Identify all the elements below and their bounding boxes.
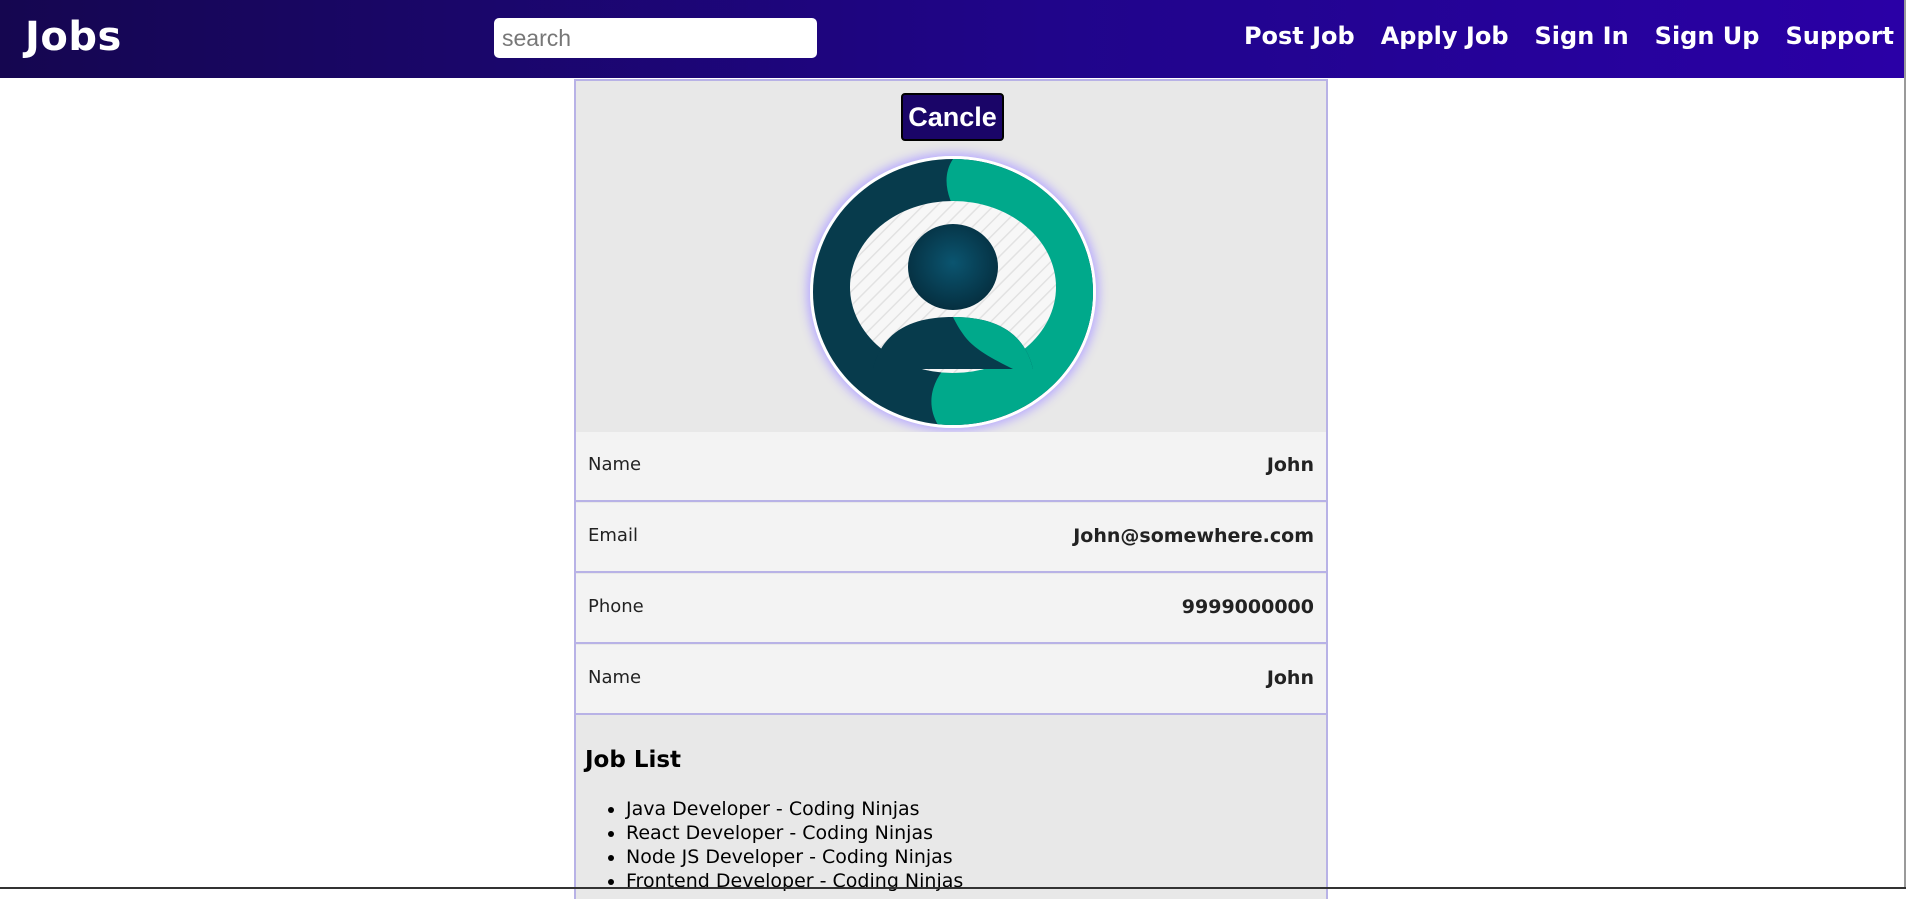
job-list-item[interactable]: React Developer - Coding Ninjas	[626, 821, 963, 845]
top-navbar: Jobs Post Job Apply Job Sign In Sign Up …	[0, 0, 1904, 78]
detail-label: Name	[588, 454, 642, 475]
nav-sign-in-link[interactable]: Sign In	[1535, 22, 1629, 50]
search-input[interactable]	[494, 18, 817, 58]
nav-sign-up-link[interactable]: Sign Up	[1655, 22, 1760, 50]
detail-value: 9999000000	[1181, 596, 1314, 618]
job-list-item[interactable]: Frontend Developer - Coding Ninjas	[626, 869, 963, 893]
detail-row-email: Email John@somewhere.com	[576, 503, 1326, 573]
nav-apply-job-link[interactable]: Apply Job	[1381, 22, 1509, 50]
brand-logo[interactable]: Jobs	[25, 14, 122, 60]
user-avatar-icon	[810, 156, 1096, 428]
detail-value: John	[1266, 667, 1314, 689]
job-list: Java Developer - Coding Ninjas React Dev…	[576, 797, 963, 893]
nav-support-link[interactable]: Support	[1785, 22, 1894, 50]
nav-post-job-link[interactable]: Post Job	[1244, 22, 1355, 50]
profile-card: Cancle Name John Email John@somewhere.co…	[574, 79, 1328, 899]
detail-label: Name	[588, 667, 642, 688]
job-list-item[interactable]: Node JS Developer - Coding Ninjas	[626, 845, 963, 869]
detail-value: John@somewhere.com	[1073, 525, 1314, 547]
job-list-title: Job List	[585, 747, 682, 773]
detail-value: John	[1266, 454, 1314, 476]
detail-row-phone: Phone 9999000000	[576, 574, 1326, 644]
detail-label: Phone	[588, 596, 644, 617]
detail-label: Email	[588, 525, 638, 546]
nav-links: Post Job Apply Job Sign In Sign Up Suppo…	[1244, 22, 1894, 50]
job-list-item[interactable]: Java Developer - Coding Ninjas	[626, 797, 963, 821]
detail-row-name: Name John	[576, 432, 1326, 502]
cancel-button[interactable]: Cancle	[901, 93, 1004, 141]
detail-row-name-2: Name John	[576, 645, 1326, 715]
